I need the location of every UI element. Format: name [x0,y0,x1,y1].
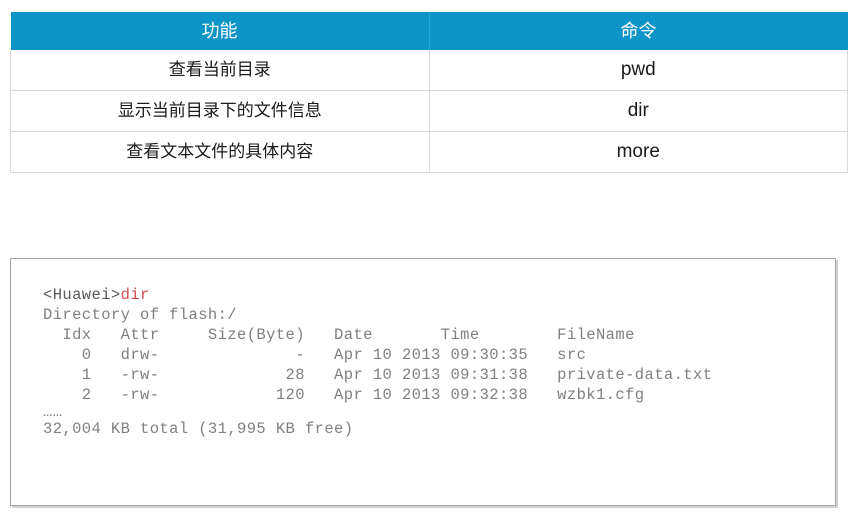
cli-line-entry-0: 0 drw- - Apr 10 2013 09:30:35 src [43,346,587,364]
table-body: 查看当前目录 pwd 显示当前目录下的文件信息 dir 查看文本文件的具体内容 … [10,50,848,173]
table-header: 功能 命令 [10,12,848,50]
column-header-command: 命令 [429,12,848,50]
cli-output-text: <Huawei>dir Directory of flash:/ Idx Attr… [11,259,835,439]
column-header-function: 功能 [10,12,430,50]
table-header-row: 功能 命令 [10,12,848,50]
cell-command-2: more [429,131,848,173]
cli-line-summary: 32,004 KB total (31,995 KB free) [43,420,354,438]
cli-prompt-line: <Huawei>dir [43,285,835,305]
cell-function-0: 查看当前目录 [10,50,430,91]
cell-function-2: 查看文本文件的具体内容 [10,131,430,173]
cli-output-panel: <Huawei>dir Directory of flash:/ Idx Attr… [10,258,836,506]
table-row: 查看当前目录 pwd [10,50,848,91]
cli-line-entry-2: 2 -rw- 120 Apr 10 2013 09:32:38 wzbk1.cf… [43,386,645,404]
cell-command-1: dir [429,90,848,132]
cli-prompt: <Huawei> [43,286,121,304]
cell-function-1: 显示当前目录下的文件信息 [10,90,430,132]
cli-typed-command: dir [120,286,150,304]
table-row: 查看文本文件的具体内容 more [10,131,848,173]
cli-line-entry-1: 1 -rw- 28 Apr 10 2013 09:31:38 private-d… [43,366,713,384]
table-row: 显示当前目录下的文件信息 dir [10,90,848,132]
command-reference-table: 功能 命令 查看当前目录 pwd 显示当前目录下的文件信息 dir 查看文本文件… [10,12,848,173]
cli-line-column-headers: Idx Attr Size(Byte) Date Time FileName [43,326,635,344]
cli-line-directory: Directory of flash:/ [43,306,238,324]
cli-line-ellipsis: …… [43,403,63,421]
cell-command-0: pwd [429,50,848,91]
